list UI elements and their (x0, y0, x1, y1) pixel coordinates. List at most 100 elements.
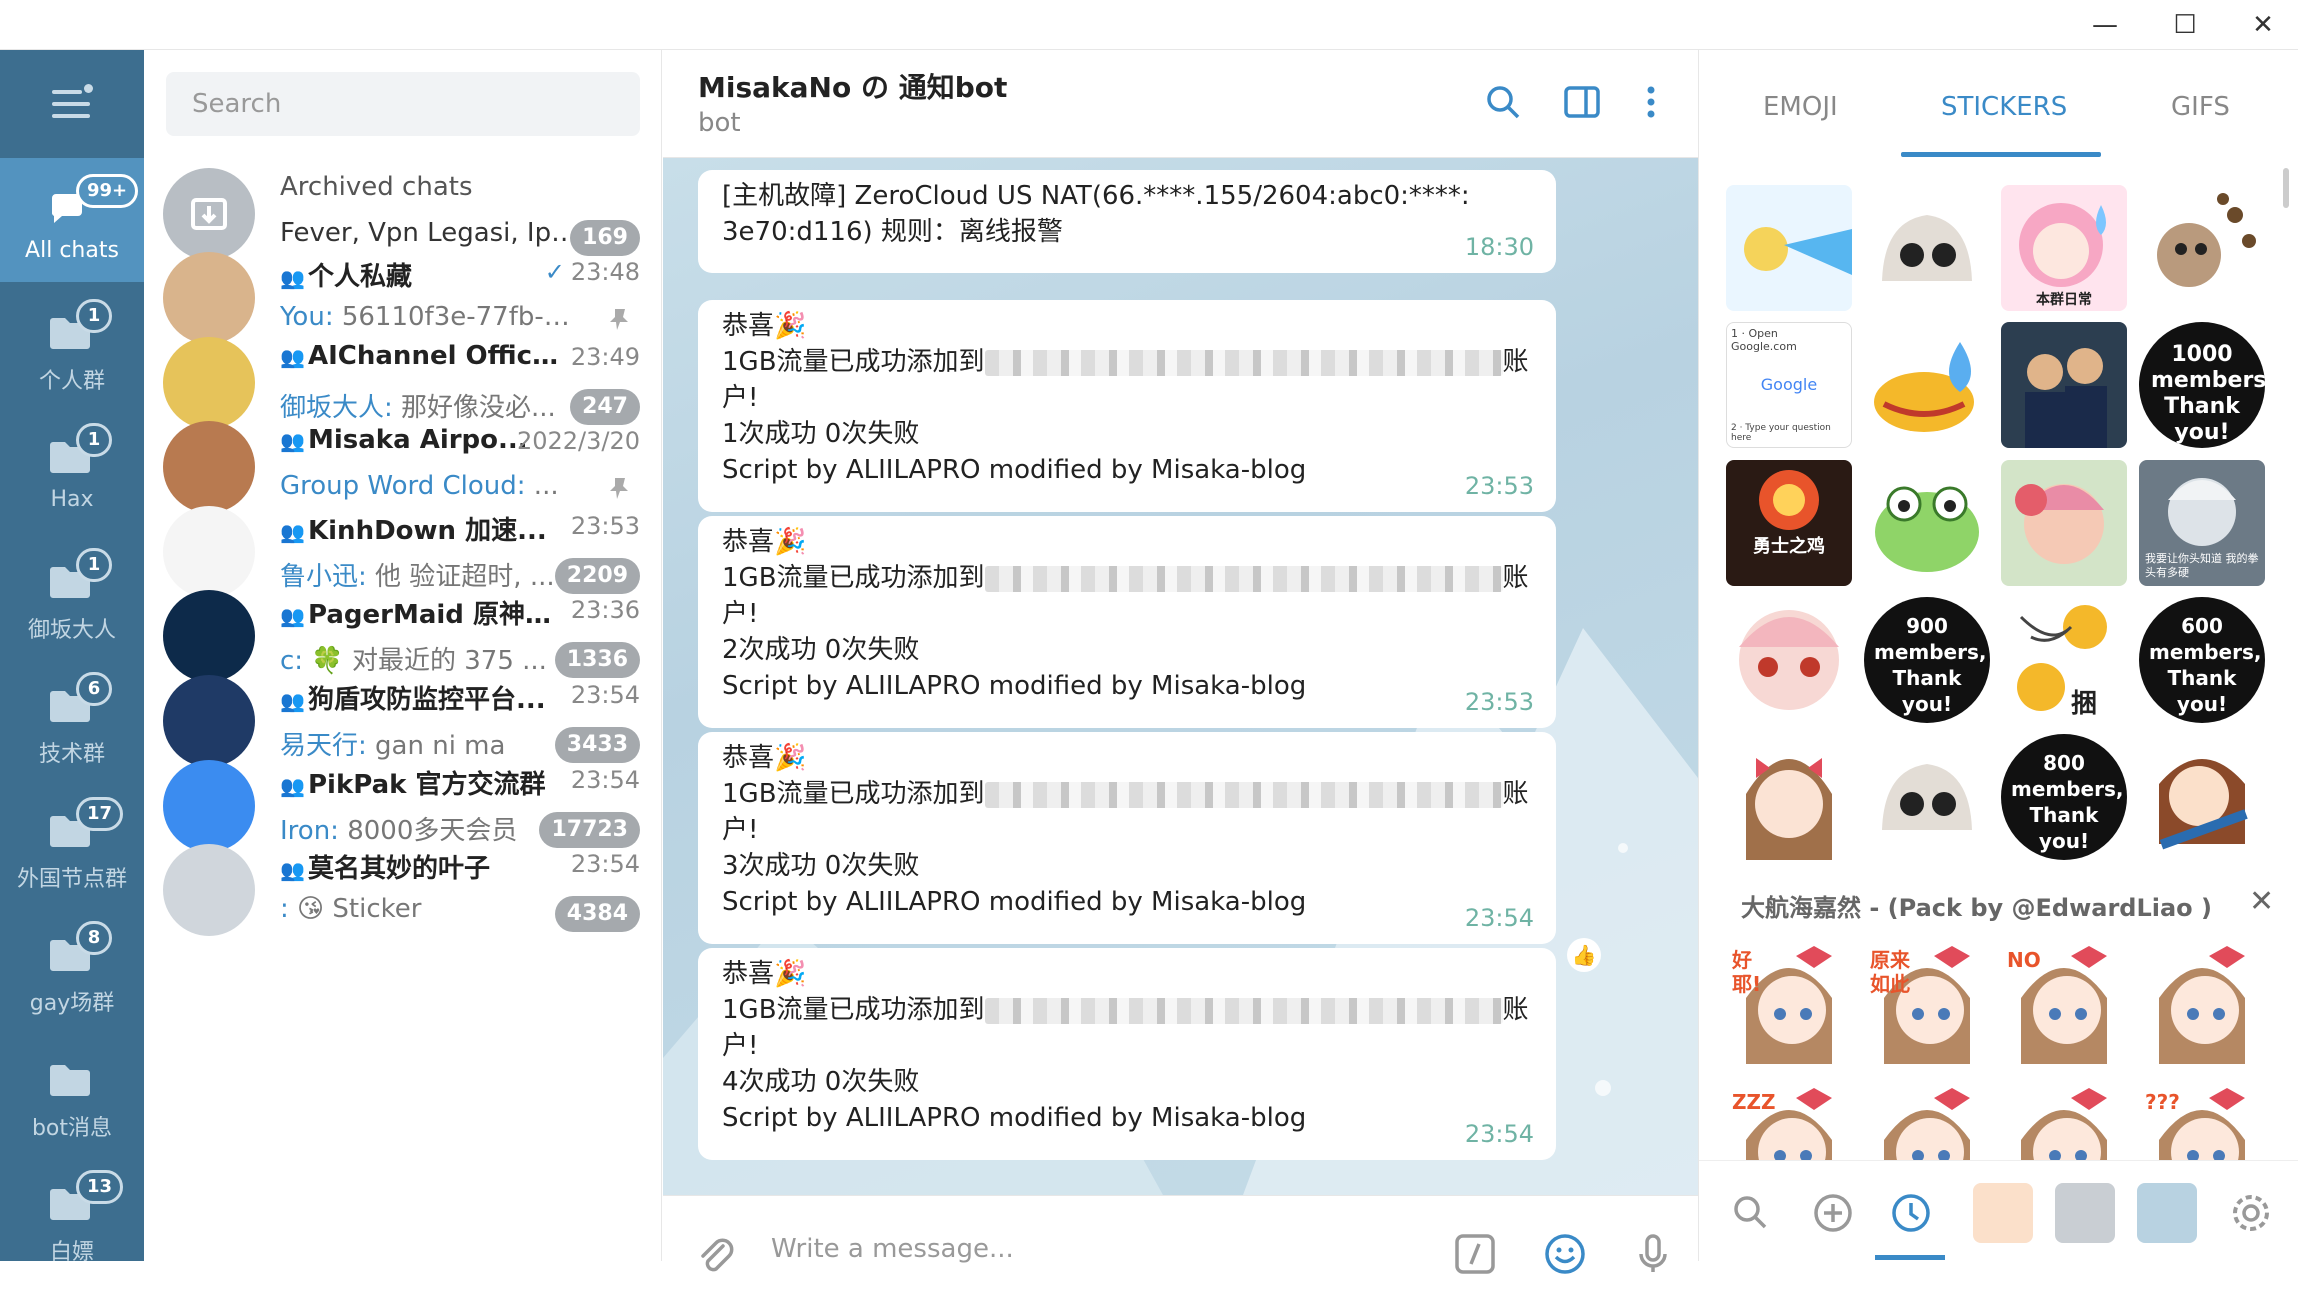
message-bubble[interactable]: [主机故障] ZeroCloud US NAT(66.****.155/2604… (698, 170, 1556, 273)
sticker[interactable] (1726, 597, 1852, 723)
microphone-icon[interactable] (1631, 1232, 1675, 1276)
chat-view: MisakaNo の 通知bot bot [主机故障] ZeroCloud US… (663, 50, 1698, 1311)
chat-item[interactable]: 👥 莫名其妙的叶子 23:54: 😘 Sticker 4384 (144, 828, 661, 952)
chat-subtitle: bot (698, 108, 741, 138)
sticker-set-thumb[interactable] (2137, 1183, 2197, 1243)
pack-sticker[interactable] (2001, 1080, 2127, 1160)
folder-4[interactable]: 技术群 6 (0, 656, 144, 780)
folder-8[interactable]: 白嫖 13 (0, 1154, 144, 1278)
folder-6[interactable]: gay场群 8 (0, 905, 144, 1029)
sticker[interactable]: 捆 (2001, 597, 2127, 723)
sticker[interactable] (2139, 734, 2265, 860)
sticker[interactable] (2001, 460, 2127, 586)
chat-time: 2022/3/20 (517, 427, 640, 455)
message-bubble[interactable]: 恭喜🎉 1GB流量已成功添加到 账户! 1次成功 0次失败 Script by ALII… (698, 300, 1556, 512)
thumbs-up-reaction[interactable]: 👍 (1567, 938, 1601, 972)
message-bubble[interactable]: 恭喜🎉 1GB流量已成功添加到 账户! 4次成功 0次失败 Script by ALII… (698, 948, 1556, 1160)
sticker[interactable]: 勇士之鸡 (1726, 460, 1852, 586)
sticker[interactable] (1726, 185, 1852, 311)
bot-commands-icon[interactable] (1453, 1232, 1497, 1276)
emoji-icon[interactable] (1543, 1232, 1587, 1276)
pack-sticker[interactable] (1864, 1080, 1990, 1160)
folder-label: 外国节点群 (16, 866, 127, 892)
tab-emoji[interactable]: EMOJI (1763, 92, 1838, 122)
pack-sticker[interactable]: 好耶! (1726, 938, 1852, 1064)
pack-sticker[interactable]: ??? (2139, 1080, 2265, 1160)
pack-sticker[interactable]: 原来如此 (1864, 938, 1990, 1064)
folder-1[interactable]: 个人群 1 (0, 283, 144, 407)
sticker-caption: 1 · Open Google.com (1731, 327, 1797, 353)
message-input[interactable]: Write a message... (771, 1234, 1014, 1264)
sticker[interactable]: 800 members, Thank you! (2001, 734, 2127, 860)
folder-0[interactable]: All chats 99+ (0, 158, 144, 282)
more-options-icon[interactable] (1629, 80, 1673, 124)
chat-name-text: KinhDown 加速... (308, 515, 547, 546)
close-pack-icon[interactable]: ✕ (2249, 884, 2274, 919)
active-set-indicator (1875, 1255, 1945, 1260)
sticker[interactable]: 1 · Open Google.com Google 2 · Type your… (1726, 322, 1852, 448)
message-line: Script by ALIILAPRO modified by Misaka-b… (722, 887, 1307, 917)
group-icon: 👥 (280, 344, 305, 369)
chat-time-text: 23:53 (570, 511, 640, 540)
message-line: 1GB流量已成功添加到 账 (722, 560, 1532, 596)
sticker[interactable] (1864, 734, 1990, 860)
tab-gifs[interactable]: GIFS (2171, 92, 2230, 122)
chat-title[interactable]: MisakaNo の 通知bot (698, 66, 1007, 106)
redacted-account (984, 781, 1503, 808)
message-bubble[interactable]: 恭喜🎉 1GB流量已成功添加到 账户! 2次成功 0次失败 Script by ALII… (698, 516, 1556, 728)
message-line: 1次成功 0次失败 (722, 419, 920, 449)
folder-3[interactable]: 御坂大人 1 (0, 532, 144, 656)
sticker[interactable]: 600 members, Thank you! (2139, 597, 2265, 723)
message-list[interactable]: [主机故障] ZeroCloud US NAT(66.****.155/2604… (663, 158, 1698, 1195)
pack-sticker[interactable]: NO (2001, 938, 2127, 1064)
minimize-button[interactable]: — (2070, 0, 2140, 50)
close-window-button[interactable]: ✕ (2228, 0, 2298, 50)
recent-stickers-icon[interactable] (1889, 1191, 1933, 1239)
folder-label: bot消息 (31, 1115, 113, 1141)
add-stickers-icon[interactable] (1811, 1191, 1855, 1239)
sticker[interactable] (2001, 322, 2127, 448)
sticker-set-thumb[interactable] (2055, 1183, 2115, 1243)
folder-label: 技术群 (38, 742, 105, 767)
main-menu-button[interactable] (0, 50, 144, 158)
pack-sticker[interactable]: ZZZ (1726, 1080, 1852, 1160)
sticker[interactable]: 本群日常 (2001, 185, 2127, 311)
sticker-search-icon[interactable] (1729, 1191, 1773, 1239)
chat-name: 👥 PikPak 官方交流群 (280, 764, 560, 801)
sticker[interactable]: 我要让你头知道 我的拳头有多硬 (2139, 460, 2265, 586)
chat-time: 23:49 (571, 343, 640, 371)
sidebar-toggle-icon[interactable] (1560, 80, 1604, 124)
folder-5[interactable]: 外国节点群 17 (0, 781, 144, 905)
sticker[interactable] (1864, 322, 1990, 448)
chat-preview-text: 😘 Sticker (288, 894, 422, 925)
message-time: 18:30 (1464, 233, 1534, 261)
sticker-set-thumb[interactable] (1973, 1183, 2033, 1243)
pack-sticker[interactable] (2139, 938, 2265, 1064)
sticker[interactable] (1726, 734, 1852, 860)
sticker-caption: 原来如此 (1870, 948, 1910, 996)
sticker-caption: NO (2007, 948, 2041, 972)
message-bubble[interactable]: 恭喜🎉 1GB流量已成功添加到 账户! 3次成功 0次失败 Script by ALII… (698, 732, 1556, 944)
folder-badge: 17 (76, 796, 124, 831)
sticker[interactable] (2139, 185, 2265, 311)
settings-gear-icon[interactable] (2229, 1191, 2273, 1239)
folder-7[interactable]: bot消息 (0, 1030, 144, 1154)
scrollbar[interactable] (2283, 168, 2289, 208)
sticker[interactable] (1864, 185, 1990, 311)
redacted-account (984, 349, 1503, 376)
sticker-caption: 捆 (2071, 689, 2098, 719)
attach-icon[interactable] (693, 1232, 737, 1276)
sticker[interactable] (1864, 460, 1990, 586)
tab-stickers[interactable]: STICKERS (1941, 92, 2067, 122)
search-icon[interactable] (1481, 80, 1525, 124)
chat-list: Search Archived chats Fever, Vpn Legasi,… (144, 50, 662, 1261)
search-input[interactable]: Search (166, 72, 640, 136)
folder-badge: 8 (76, 921, 112, 955)
folder-label: 白嫖 (49, 1240, 94, 1265)
message-text: 账 (1502, 563, 1529, 593)
folder-badge: 1 (76, 547, 112, 582)
maximize-button[interactable]: ☐ (2150, 0, 2220, 50)
sticker[interactable]: 1000 members, Thank you! (2139, 322, 2265, 448)
sticker[interactable]: 900 members, Thank you! (1864, 597, 1990, 723)
folder-2[interactable]: Hax 1 (0, 407, 144, 531)
